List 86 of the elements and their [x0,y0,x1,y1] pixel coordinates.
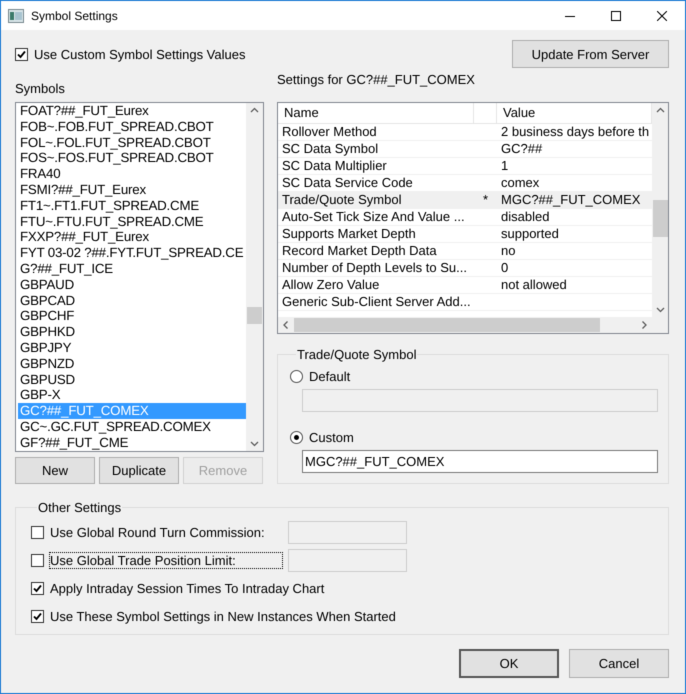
app-icon [8,8,24,22]
table-row[interactable]: SC Data Symbol GC?## [278,141,652,158]
scrollbar[interactable] [278,317,668,333]
symbol-item[interactable]: GBPUSD [18,372,246,388]
table-cell: 0 [501,260,508,275]
dialog-button[interactable]: OK [459,649,559,678]
symbol-item[interactable]: FRA40 [18,166,246,182]
symbol-item[interactable]: FOAT?##_FUT_Eurex [18,103,246,119]
table-cell-text: Trade/Quote Symbol [281,192,402,208]
table-row[interactable]: Number of Depth Levels to Su... 0 [278,260,652,277]
symbol-item[interactable]: GF?##_FUT_CME [18,434,246,451]
table-cell-text: SC Data Symbol [281,141,380,157]
checkbox-label[interactable]: Use Custom Symbol Settings Values [34,46,246,62]
modified-marker: * [482,192,488,207]
table-cell-text: Generic Sub-Client Server Add... [281,294,472,310]
table-cell: supported [501,226,559,241]
symbol-item[interactable]: GBP-X [18,387,246,404]
group-title: Trade/Quote Symbol [296,347,418,362]
table-cell-text: SC Data Multiplier [281,158,388,174]
table-cell-text: Record Market Depth Data [281,243,438,259]
group-title: Other Settings [37,500,122,515]
table-row[interactable]: SC Data Multiplier 1 [278,158,652,175]
table-cell-text: Auto-Set Tick Size And Value ... [281,209,466,225]
symbol-item[interactable]: FTU~.FTU.FUT_SPREAD.CME [18,214,246,230]
window-title: Symbol Settings [31,8,119,22]
table-row[interactable]: Generic Sub-Client Server Add... [278,294,652,311]
symbol-item[interactable]: GBPJPY [18,340,246,356]
symbol-item[interactable]: GBPCAD [18,292,246,308]
settings-title: Settings for GC?##_FUT_COMEX [277,72,476,88]
update-from-server-button[interactable]: Update From Server [512,40,669,68]
table-cell: 2 business days before th [501,124,650,139]
symbol-item[interactable]: GBPCHF [18,308,246,324]
symbol-item[interactable]: FOB~.FOB.FUT_SPREAD.CBOT [18,118,246,135]
table-cell: MGC?##_FUT_COMEX [501,192,640,207]
radio-label[interactable]: Custom [309,430,354,444]
symbol-item[interactable]: FOS~.FOS.FUT_SPREAD.CBOT [18,150,246,166]
table-row[interactable]: Allow Zero Value not allowed [278,277,652,294]
checkbox[interactable] [15,48,28,60]
table-cell: not allowed [501,277,567,292]
symbol-button[interactable]: Duplicate [99,457,179,484]
dialog-button[interactable]: Cancel [569,649,669,678]
table-row[interactable]: Auto-Set Tick Size And Value ... disabled [278,209,652,226]
table-cell: no [501,243,516,258]
column-header[interactable]: Name [278,103,474,123]
table-row[interactable]: Record Market Depth Data no [278,243,652,260]
table-row[interactable]: Rollover Method 2 business days before th [278,124,652,141]
symbol-item[interactable]: GC~.GC.FUT_SPREAD.COMEX [18,418,246,435]
symbol-item[interactable]: GBPHKD [18,324,246,340]
symbol-button[interactable]: New [15,457,95,484]
symbol-field[interactable]: MGC?##_FUT_COMEX [302,450,658,473]
table-cell-text: SC Data Service Code [281,175,414,191]
scrollbar[interactable] [246,103,263,451]
scrollbar[interactable] [652,103,668,317]
radio-button[interactable] [290,430,303,444]
scroll-thumb[interactable] [294,318,600,332]
scroll-thumb[interactable] [247,307,262,324]
checkbox-label[interactable]: Apply Intraday Session Times To Intraday Chart [50,580,324,596]
symbol-item[interactable]: GBPAUD [18,276,246,293]
table-cell: disabled [501,209,550,224]
radio-button[interactable] [290,370,303,382]
symbol-item[interactable]: G?##_FUT_ICE [18,260,246,277]
table-cell: 1 [501,158,508,173]
table-cell-text: Number of Depth Levels to Su... [281,260,468,276]
checkbox[interactable] [31,610,44,622]
checkbox-label[interactable]: Use Global Round Turn Commission: [50,524,282,540]
checkbox[interactable] [31,582,44,594]
scroll-thumb[interactable] [652,200,668,237]
checkbox-label[interactable]: Use Global Trade Position Limit: [50,552,282,568]
table-cell-text: Allow Zero Value [281,277,380,293]
table-cell-text: Supports Market Depth [281,226,417,242]
symbol-item[interactable]: GBPNZD [18,356,246,372]
checkbox[interactable] [31,526,44,538]
symbol-item[interactable]: FYT 03-02 ?##.FYT.FUT_SPREAD.CE [18,245,246,261]
checkbox-label[interactable]: Use These Symbol Settings in New Instances When Started [50,608,396,624]
table-cell: GC?## [501,141,542,156]
table-row[interactable]: Supports Market Depth supported [278,226,652,243]
symbol-item[interactable]: FXXP?##_FUT_Eurex [18,229,246,246]
symbol-item[interactable]: FOL~.FOL.FUT_SPREAD.CBOT [18,134,246,150]
symbol-item[interactable]: FT1~.FT1.FUT_SPREAD.CME [18,198,246,214]
radio-label[interactable]: Default [309,368,350,384]
table-row[interactable]: Trade/Quote Symbol * MGC?##_FUT_COMEX [278,192,652,209]
symbol-item[interactable]: FSMI?##_FUT_Eurex [18,182,246,198]
table-cell: comex [501,175,540,190]
checkbox[interactable] [31,554,44,566]
table-cell-text: Rollover Method [281,124,378,140]
symbols-label: Symbols [15,81,66,97]
